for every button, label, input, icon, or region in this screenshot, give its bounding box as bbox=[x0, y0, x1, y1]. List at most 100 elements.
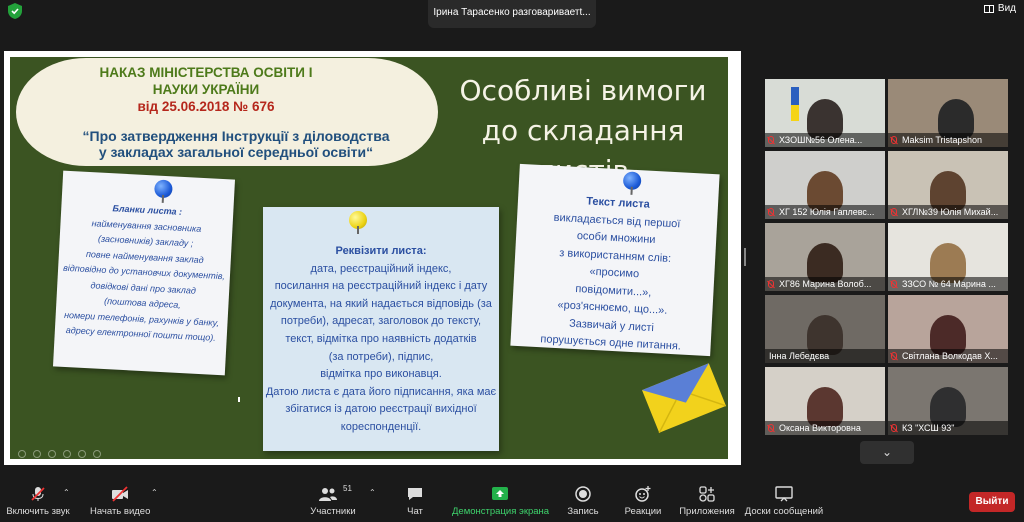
note-letterhead-text: Бланки листа : найменування засновника (… bbox=[54, 199, 233, 347]
active-speaker-indicator: Ірина Тарасенко разговариваетt... bbox=[428, 0, 596, 28]
note-heading: Реквізити листа: bbox=[335, 245, 427, 257]
leave-button[interactable]: Выйти bbox=[969, 492, 1015, 512]
participant-tile[interactable]: КЗ "ХСШ 93" bbox=[888, 367, 1008, 435]
share-screen-icon bbox=[492, 487, 508, 500]
note-line: текст, відмітка про наявність додатків bbox=[285, 332, 477, 345]
unmute-label: Включить звук bbox=[6, 506, 70, 517]
muted-mic-icon bbox=[891, 424, 897, 432]
video-options-icon[interactable]: ⌃ bbox=[151, 488, 158, 497]
note-line: збігатися із датою реєстрації вихідної bbox=[285, 403, 477, 416]
whiteboards-button[interactable]: Доски сообщений bbox=[744, 486, 824, 517]
participant-name: Оксана Викторовна bbox=[765, 421, 885, 435]
note-line: Датою листа є дата його підписання, яка … bbox=[265, 385, 497, 398]
order-line-2: НАУКИ УКРАЇНИ bbox=[152, 82, 260, 97]
pushpin-icon bbox=[349, 211, 367, 234]
slides-grid-icon[interactable] bbox=[63, 450, 71, 458]
panel-resize-handle[interactable] bbox=[744, 248, 746, 266]
grid-view-icon bbox=[983, 4, 994, 13]
note-line: документа, на який надається відповідь (… bbox=[270, 297, 492, 310]
chat-label: Чат bbox=[407, 506, 423, 517]
unmute-button[interactable]: Включить звук bbox=[6, 486, 70, 517]
reactions-label: Реакции bbox=[624, 506, 662, 517]
smiley-icon bbox=[635, 486, 651, 502]
participant-name: ЗЗСО № 64 Марина ... bbox=[888, 277, 1008, 291]
start-video-label: Начать видео bbox=[90, 506, 151, 517]
note-letterhead: Бланки листа : найменування засновника (… bbox=[52, 170, 236, 376]
participant-name: Світлана Волкодав Х... bbox=[888, 349, 1008, 363]
reactions-button[interactable]: Реакции bbox=[622, 486, 664, 517]
participant-name: ХЗОШ№56 Олена... bbox=[765, 133, 885, 147]
note-line: (за потреби), підпис, bbox=[328, 350, 434, 363]
audio-options-icon[interactable]: ⌃ bbox=[63, 488, 70, 497]
mouse-cursor bbox=[238, 397, 242, 402]
muted-mic-icon bbox=[768, 208, 774, 216]
participant-tile[interactable]: Оксана Викторовна bbox=[765, 367, 885, 435]
note-line: потреби), адресат, заголовок до тексту, bbox=[280, 315, 482, 328]
view-button[interactable]: Вид bbox=[983, 3, 1016, 14]
order-subtitle-line-2: у закладах загальної середньої освіти“ bbox=[98, 144, 374, 160]
flag-stripe bbox=[791, 105, 799, 121]
participant-name: ХГЛ№39 Юлія Михай... bbox=[888, 205, 1008, 219]
share-screen-label: Демонстрация экрана bbox=[452, 506, 550, 517]
share-screen-button[interactable]: Демонстрация экрана bbox=[452, 486, 550, 517]
participant-tile[interactable]: ХГ 152 Юлія Гаплевс... bbox=[765, 151, 885, 219]
chat-icon bbox=[408, 488, 422, 500]
record-button[interactable]: Запись bbox=[565, 486, 601, 517]
more-icon[interactable] bbox=[93, 450, 101, 458]
order-line-1: НАКАЗ МІНІСТЕРСТВА ОСВІТИ І bbox=[99, 65, 313, 80]
muted-mic-icon bbox=[768, 280, 774, 288]
muted-mic-icon bbox=[768, 424, 774, 432]
whiteboards-label: Доски сообщений bbox=[744, 506, 824, 517]
meeting-toolbar: Включить звук ⌃ Начать видео ⌃ 51 Участн… bbox=[0, 482, 1024, 522]
apps-label: Приложения bbox=[679, 506, 735, 517]
note-text-of-letter: Текст листа викладається від першої особ… bbox=[510, 163, 720, 358]
gallery-scroll-down-button[interactable]: ⌄ bbox=[860, 441, 914, 464]
shared-screen[interactable]: НАКАЗ МІНІСТЕРСТВА ОСВІТИ І НАУКИ УКРАЇН… bbox=[4, 51, 741, 465]
order-subtitle-line-1: “Про затвердження Інструкції з діловодст… bbox=[82, 128, 390, 144]
chat-button[interactable]: Чат bbox=[398, 486, 432, 517]
mic-muted-icon bbox=[31, 487, 45, 501]
whiteboard-icon bbox=[775, 486, 793, 502]
pen-icon[interactable] bbox=[48, 450, 56, 458]
apps-button[interactable]: Приложения bbox=[678, 486, 736, 517]
muted-mic-icon bbox=[891, 136, 897, 144]
participant-tile[interactable]: ХЗОШ№56 Олена... bbox=[765, 79, 885, 147]
record-label: Запись bbox=[567, 506, 599, 517]
camera-off-icon bbox=[112, 486, 128, 502]
participant-tile[interactable]: Інна Лебедєва bbox=[765, 295, 885, 363]
participant-tile[interactable]: Maksim Tristapshon bbox=[888, 79, 1008, 147]
slide-controls[interactable] bbox=[18, 450, 101, 458]
participant-name: КЗ "ХСШ 93" bbox=[888, 421, 1008, 435]
prev-slide-icon[interactable] bbox=[18, 450, 26, 458]
participant-tile[interactable]: ХГ86 Марина Волоб... bbox=[765, 223, 885, 291]
participants-icon: 51 bbox=[313, 484, 353, 502]
envelope-icon bbox=[642, 363, 726, 434]
note-line: дата, реєстраційний індекс, bbox=[310, 262, 452, 275]
note-line: посилання на реєстраційний індекс і дату bbox=[274, 280, 488, 293]
pushpin-icon bbox=[622, 171, 642, 191]
participants-button[interactable]: 51 Участники bbox=[308, 484, 358, 517]
participants-label: Участники bbox=[310, 506, 356, 517]
participant-name: Інна Лебедєва bbox=[765, 349, 885, 363]
next-slide-icon[interactable] bbox=[33, 450, 41, 458]
note-requisites: Реквізити листа: дата, реєстраційний інд… bbox=[263, 207, 499, 451]
order-date: від 25.06.2018 № 676 bbox=[137, 99, 275, 114]
start-video-button[interactable]: Начать видео bbox=[90, 486, 150, 517]
participants-options-icon[interactable]: ⌃ bbox=[369, 488, 376, 497]
pushpin-icon bbox=[153, 179, 173, 199]
zoom-icon[interactable] bbox=[78, 450, 86, 458]
muted-mic-icon bbox=[891, 280, 897, 288]
slide: НАКАЗ МІНІСТЕРСТВА ОСВІТИ І НАУКИ УКРАЇН… bbox=[10, 57, 728, 459]
participant-tile[interactable]: Світлана Волкодав Х... bbox=[888, 295, 1008, 363]
top-bar: Ірина Тарасенко разговариваетt... Вид bbox=[0, 0, 1024, 48]
note-line: кореспонденції. bbox=[340, 420, 422, 433]
participant-name: Maksim Tristapshon bbox=[888, 133, 1008, 147]
participant-tile[interactable]: ЗЗСО № 64 Марина ... bbox=[888, 223, 1008, 291]
apps-icon bbox=[699, 486, 715, 502]
security-shield-icon[interactable] bbox=[8, 3, 22, 19]
slide-title-line-1: Особливі вимоги bbox=[459, 74, 707, 107]
view-label: Вид bbox=[997, 3, 1016, 14]
order-oval: НАКАЗ МІНІСТЕРСТВА ОСВІТИ І НАУКИ УКРАЇН… bbox=[16, 58, 438, 166]
participant-tile[interactable]: ХГЛ№39 Юлія Михай... bbox=[888, 151, 1008, 219]
note-text-of-letter-text: Текст листа викладається від першої особ… bbox=[510, 190, 718, 358]
